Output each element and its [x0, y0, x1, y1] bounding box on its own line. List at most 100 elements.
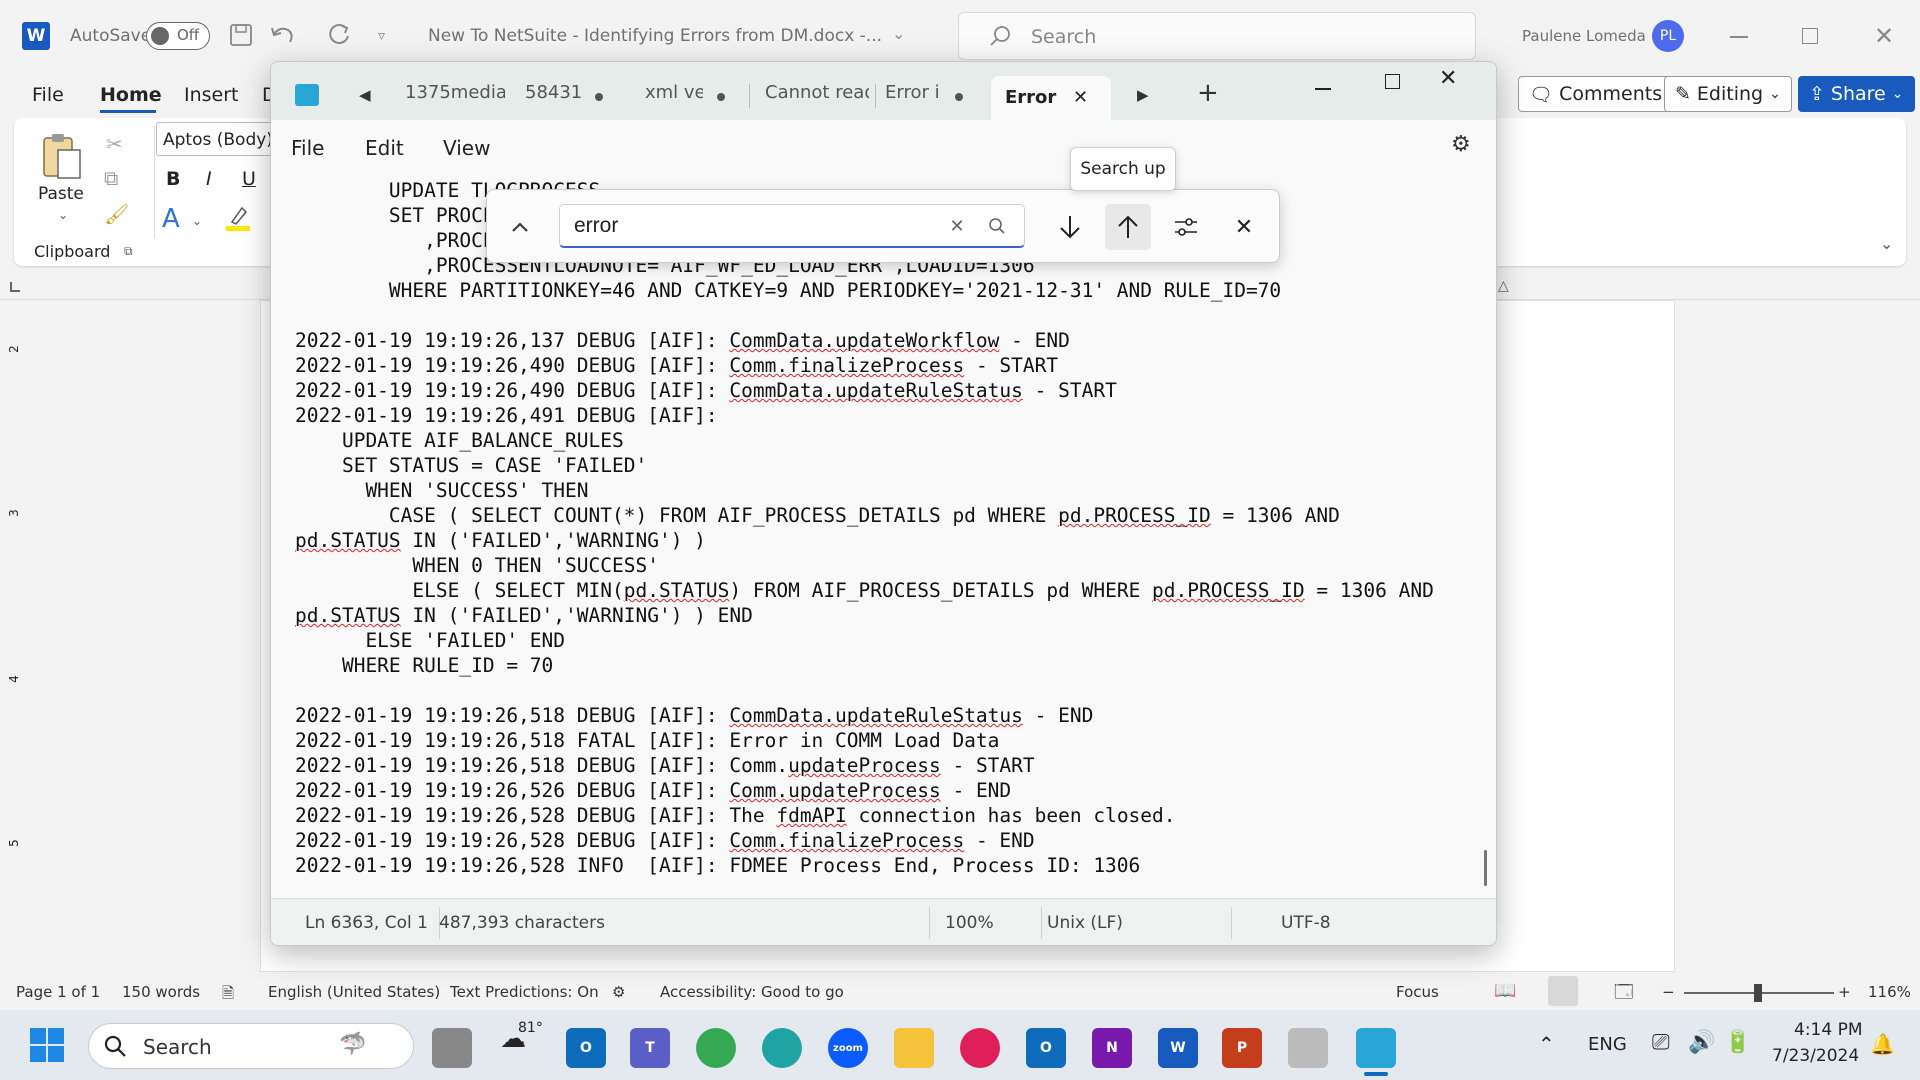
zoom-out-icon[interactable]: −	[1662, 983, 1675, 1001]
tab-error-active[interactable]: Error ✕	[991, 76, 1111, 120]
underline-button[interactable]: U	[242, 168, 256, 190]
cut-icon[interactable]: ✂	[106, 132, 123, 156]
search-icon[interactable]	[986, 215, 1008, 237]
save-icon[interactable]	[228, 22, 254, 52]
text-effects-chevron-icon[interactable]: ⌄	[192, 214, 202, 228]
zoom-icon[interactable]: zoom	[828, 1028, 868, 1068]
highlight-icon[interactable]	[224, 204, 252, 232]
new-tab-icon[interactable]: +	[1197, 78, 1219, 108]
file-explorer-icon[interactable]	[894, 1028, 934, 1068]
task-view-icon[interactable]	[432, 1028, 472, 1068]
search-up-icon[interactable]	[1105, 204, 1151, 250]
clear-search-icon[interactable]: ✕	[946, 215, 968, 237]
tab-1375media[interactable]: 1375media.t	[405, 82, 505, 120]
windows-start-icon[interactable]	[30, 1028, 64, 1062]
zoom-level[interactable]: 116%	[1868, 983, 1911, 1001]
proofing-icon[interactable]: 🗎	[222, 983, 234, 1008]
paste-chevron-icon[interactable]: ⌄	[58, 208, 68, 222]
accessibility-status[interactable]: Accessibility: Good to go	[660, 983, 844, 1001]
word-search-box[interactable]: Search	[958, 12, 1476, 60]
maximize-icon[interactable]	[1385, 74, 1400, 89]
chrome-icon[interactable]	[696, 1028, 736, 1068]
input-language[interactable]: ENG	[1588, 1034, 1627, 1055]
notification-bell-icon[interactable]: 🔔	[1870, 1032, 1895, 1056]
encoding[interactable]: UTF-8	[1281, 913, 1331, 933]
tab-selector-icon[interactable]	[10, 282, 20, 292]
cursor-position[interactable]: Ln 6363, Col 1	[305, 913, 428, 933]
page-count[interactable]: Page 1 of 1	[16, 983, 100, 1001]
find-input-box[interactable]: ✕	[559, 204, 1025, 248]
find-input[interactable]	[574, 211, 934, 241]
ribbon-collapse-icon[interactable]: ⌄	[1880, 234, 1893, 253]
snipping-tool-icon[interactable]	[1288, 1028, 1328, 1068]
language[interactable]: English (United States)	[268, 983, 440, 1001]
np-menu-file[interactable]: File	[291, 136, 324, 160]
bold-button[interactable]: B	[166, 168, 180, 190]
unsaved-dot-icon[interactable]	[595, 93, 603, 101]
zoom-in-icon[interactable]: +	[1838, 983, 1851, 1001]
network-icon[interactable]: ⎚	[1652, 1030, 1670, 1055]
search-options-icon[interactable]	[1167, 208, 1205, 246]
unsaved-dot-icon[interactable]	[955, 93, 963, 101]
menu-file[interactable]: File	[32, 84, 64, 106]
autosave-toggle[interactable]: Off	[146, 22, 210, 50]
edge-icon[interactable]	[762, 1028, 802, 1068]
clock-time[interactable]: 4:14 PM	[1794, 1020, 1863, 1040]
vertical-scrollbar[interactable]	[1484, 850, 1487, 886]
powerpoint-icon[interactable]: P	[1222, 1028, 1262, 1068]
avatar[interactable]: PL	[1652, 20, 1684, 52]
font-name-box[interactable]: Aptos (Body)	[156, 122, 286, 156]
taskbar-search[interactable]: Search 🦈	[88, 1023, 414, 1069]
show-hidden-icons[interactable]: ⌃	[1538, 1032, 1555, 1056]
outlook-icon[interactable]: O	[566, 1028, 606, 1068]
outlook-new-icon[interactable]: O	[1026, 1028, 1066, 1068]
indent-marker-icon[interactable]: △	[1498, 278, 1509, 294]
tab-cannot-read[interactable]: Cannot read	[765, 82, 869, 120]
text-effects-button[interactable]: A	[162, 204, 180, 234]
text-predictions[interactable]: Text Predictions: On	[450, 983, 599, 1001]
tab-error-in[interactable]: Error ii	[885, 82, 939, 120]
restore-icon[interactable]	[1802, 28, 1818, 44]
search-down-icon[interactable]	[1051, 208, 1089, 246]
zoom-slider[interactable]	[1684, 984, 1834, 1002]
word-count[interactable]: 150 words	[122, 983, 200, 1001]
clipboard-launcher-icon[interactable]: ⧉	[124, 244, 133, 259]
expand-replace-icon[interactable]	[505, 212, 535, 242]
copy-icon[interactable]: ⧉	[104, 166, 118, 190]
settings-gear-icon[interactable]: ⚙	[1451, 132, 1471, 157]
clock-date[interactable]: 7/23/2024	[1772, 1046, 1859, 1066]
np-zoom-level[interactable]: 100%	[945, 913, 994, 933]
unsaved-dot-icon[interactable]	[717, 93, 725, 101]
np-menu-view[interactable]: View	[443, 136, 490, 160]
tab-scroll-right-icon[interactable]: ▶	[1137, 86, 1149, 104]
notepad-taskbar-icon[interactable]	[1356, 1028, 1396, 1068]
close-icon[interactable]: ✕	[1439, 66, 1457, 91]
np-menu-edit[interactable]: Edit	[365, 136, 404, 160]
word-icon[interactable]: W	[1158, 1028, 1198, 1068]
zoom-slider-thumb[interactable]	[1754, 984, 1762, 1002]
menu-home[interactable]: Home	[100, 84, 162, 106]
print-layout-icon[interactable]	[1548, 976, 1578, 1006]
line-ending[interactable]: Unix (LF)	[1047, 913, 1123, 933]
paste-label[interactable]: Paste	[38, 184, 84, 204]
teams-icon[interactable]: T	[630, 1028, 670, 1068]
volume-icon[interactable]: 🔊	[1688, 1030, 1715, 1055]
text-editor[interactable]: UPDATE TLOGPROCESS SET PROCESS ,PROCESS …	[271, 172, 1496, 892]
close-icon[interactable]: ✕	[1874, 22, 1894, 50]
menu-insert[interactable]: Insert	[184, 84, 239, 106]
focus-mode[interactable]: Focus	[1396, 983, 1439, 1001]
paste-icon[interactable]	[40, 130, 84, 186]
onenote-icon[interactable]: N	[1092, 1028, 1132, 1068]
format-painter-icon[interactable]: 🖌	[104, 202, 129, 226]
qat-customize-icon[interactable]: ▿	[378, 28, 385, 44]
undo-icon[interactable]	[268, 22, 300, 52]
battery-icon[interactable]: 🔋	[1724, 1030, 1751, 1055]
document-title[interactable]: New To NetSuite - Identifying Errors fro…	[428, 26, 882, 46]
track-icon[interactable]: ⚙	[612, 983, 625, 1001]
web-layout-icon[interactable]: 🗔	[1614, 980, 1634, 1010]
tab-xml[interactable]: xml ve	[645, 82, 703, 120]
italic-button[interactable]: I	[206, 168, 212, 190]
tab-584318[interactable]: 584318	[525, 82, 581, 120]
tab-scroll-left-icon[interactable]: ◀	[359, 86, 371, 104]
slack-icon[interactable]	[960, 1028, 1000, 1068]
